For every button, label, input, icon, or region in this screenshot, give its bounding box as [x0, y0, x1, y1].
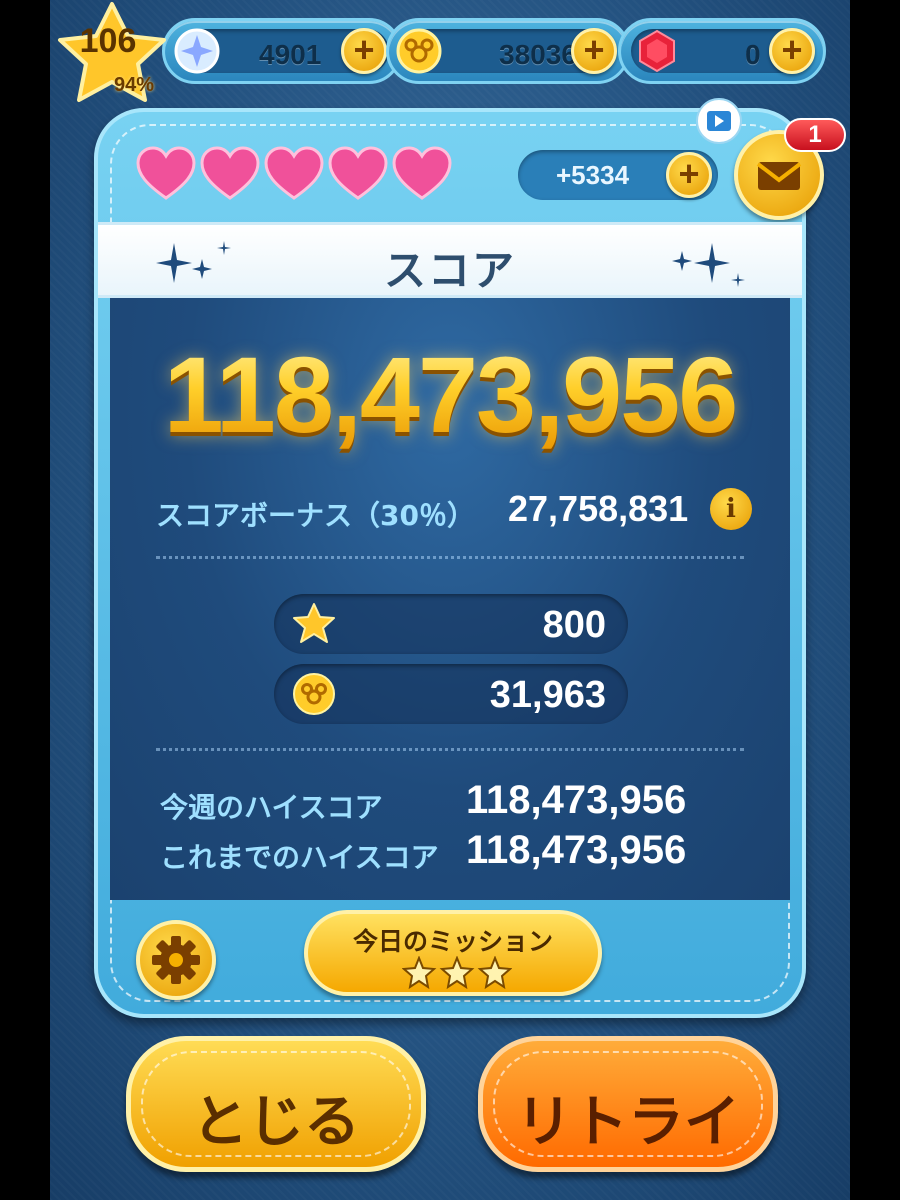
- coins-earned-row: 31,963: [274, 664, 628, 724]
- weekly-highscore-label: 今週のハイスコア: [160, 791, 383, 824]
- level-number: 106: [79, 22, 137, 60]
- level-progress: 94%: [114, 74, 155, 96]
- coin-counter: 38036 +: [386, 18, 630, 84]
- star-icon: [477, 956, 512, 990]
- add-rubies-button[interactable]: +: [769, 28, 815, 74]
- info-icon[interactable]: i: [710, 488, 752, 530]
- score-area: 118,473,956 スコアボーナス（30％） 27,758,831 i 80…: [110, 298, 790, 900]
- heart-icon: [136, 146, 196, 200]
- retry-button[interactable]: リトライ: [478, 1036, 778, 1172]
- gem-counter: 4901 +: [162, 18, 402, 84]
- settings-button[interactable]: [136, 920, 216, 1000]
- close-button[interactable]: とじる: [126, 1036, 426, 1172]
- daily-mission-button[interactable]: 今日のミッション: [304, 910, 602, 996]
- divider: [156, 556, 744, 559]
- mission-stars: [402, 956, 512, 990]
- score-bonus-label: スコアボーナス（30％）: [156, 499, 475, 532]
- title-band: スコア: [98, 222, 802, 298]
- add-coins-button[interactable]: +: [571, 28, 617, 74]
- alltime-highscore-value: 118,473,956: [466, 828, 687, 872]
- weekly-highscore-value: 118,473,956: [466, 778, 687, 822]
- sparkle-icon: [672, 243, 745, 287]
- retry-button-label: リトライ: [516, 1090, 740, 1155]
- total-score: 118,473,956: [110, 332, 790, 457]
- lives-bonus-value: +5334: [556, 160, 630, 190]
- mission-label: 今日のミッション: [352, 927, 553, 956]
- star-icon: [439, 956, 475, 990]
- heart-icon: [392, 146, 452, 200]
- level-badge[interactable]: 106 94%: [50, 0, 175, 105]
- game-screen: 106 94% 4901 + 38036 + 0 + +5334 + 1 スコア…: [50, 0, 850, 1200]
- star-icon: [293, 603, 335, 643]
- mail-count-badge: 1: [784, 118, 846, 152]
- video-icon[interactable]: [696, 98, 742, 144]
- add-lives-button[interactable]: +: [666, 152, 712, 198]
- crystal-icon: [174, 28, 220, 74]
- heart-icon: [200, 146, 260, 200]
- lives-bonus-pill: +5334 +: [518, 150, 718, 200]
- heart-icon: [328, 146, 388, 200]
- close-button-label: とじる: [192, 1090, 360, 1155]
- star-icon: [402, 956, 437, 990]
- ruby-icon: [639, 29, 675, 73]
- add-gems-button[interactable]: +: [341, 28, 387, 74]
- gem-value: 4901: [259, 39, 322, 70]
- gear-icon: [152, 936, 200, 984]
- coin-value: 38036: [499, 39, 577, 70]
- stars-earned-row: 800: [274, 594, 628, 654]
- alltime-highscore-label: これまでのハイスコア: [160, 841, 439, 874]
- heart-icon: [264, 146, 324, 200]
- coins-earned-value: 31,963: [489, 674, 606, 716]
- ruby-value: 0: [745, 39, 761, 70]
- coin-icon: [396, 28, 442, 74]
- ruby-counter: 0 +: [618, 18, 826, 84]
- divider: [156, 748, 744, 751]
- score-bonus-value: 27,758,831: [508, 488, 689, 529]
- coin-icon: [293, 673, 335, 715]
- result-panel: +5334 + 1 スコア 118,473,956 スコアボーナス（30％） 2…: [94, 98, 846, 1018]
- stars-earned-value: 800: [542, 604, 606, 646]
